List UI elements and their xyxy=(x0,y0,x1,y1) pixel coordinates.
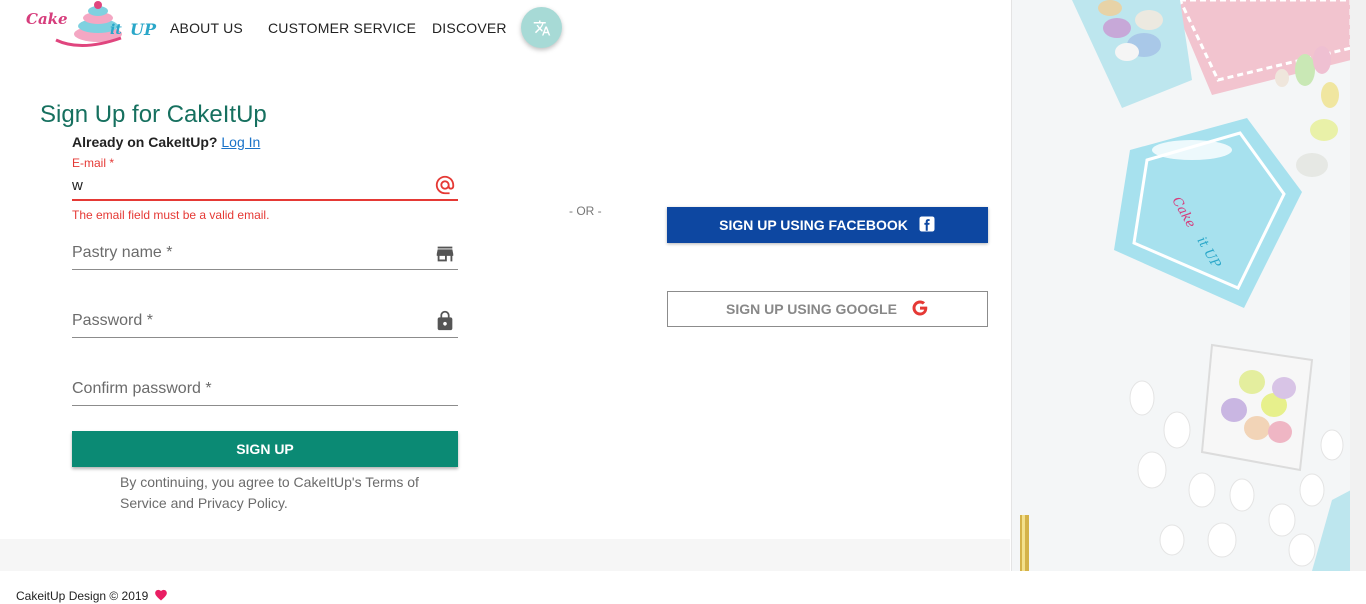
logo-word-cake: Cake xyxy=(26,10,68,28)
facebook-signup-button[interactable]: SIGN UP USING FACEBOOK xyxy=(667,207,988,243)
page-title: Sign Up for CakeItUp xyxy=(40,101,267,128)
terms-text: By continuing, you agree to CakeItUp's T… xyxy=(120,474,419,511)
footer-band xyxy=(0,539,1010,571)
login-link[interactable]: Log In xyxy=(221,134,260,150)
already-member-label: Already on CakeItUp? xyxy=(72,134,218,150)
nav-customer-service[interactable]: CUSTOMER SERVICE xyxy=(268,20,416,36)
confirm-password-field[interactable]: Confirm password * xyxy=(72,376,458,408)
email-label: E-mail * xyxy=(72,156,115,170)
at-sign-icon xyxy=(434,174,456,201)
password-input[interactable]: Password * xyxy=(72,312,153,330)
nav-about-us[interactable]: ABOUT US xyxy=(170,20,243,36)
facebook-signup-label: SIGN UP USING FACEBOOK xyxy=(719,217,908,233)
translate-button[interactable] xyxy=(521,7,562,48)
decorative-photo: Cake it UP xyxy=(1011,0,1351,571)
email-error-message: The email field must be a valid email. xyxy=(72,208,270,222)
already-member-text: Already on CakeItUp? Log In xyxy=(72,134,260,150)
logo[interactable]: Cake it UP xyxy=(26,0,156,52)
candy-boxes-illustration: Cake it UP xyxy=(1012,0,1351,571)
pastry-name-field[interactable]: Pastry name * xyxy=(72,240,458,272)
heart-icon xyxy=(154,588,168,604)
google-signup-button[interactable]: SIGN UP USING GOOGLE xyxy=(667,291,988,327)
logo-word-up: UP xyxy=(130,20,156,39)
email-underline xyxy=(72,199,458,201)
facebook-icon xyxy=(918,215,936,236)
translate-icon xyxy=(533,20,550,35)
store-icon xyxy=(434,243,456,270)
page-scrollbar[interactable] xyxy=(1350,0,1366,571)
sign-up-button[interactable]: SIGN UP xyxy=(72,431,458,467)
email-input[interactable]: w xyxy=(72,177,83,194)
password-underline xyxy=(72,337,458,338)
or-divider: - OR - xyxy=(569,204,602,218)
email-field[interactable]: E-mail * w The email field must be a val… xyxy=(72,156,458,226)
pastry-name-underline xyxy=(72,269,458,270)
nav-discover[interactable]: DISCOVER xyxy=(432,20,507,36)
confirm-password-input[interactable]: Confirm password * xyxy=(72,380,212,398)
lock-icon xyxy=(434,309,456,338)
footer: CakeitUp Design © 2019 xyxy=(16,588,168,604)
google-icon xyxy=(911,299,929,320)
google-signup-label: SIGN UP USING GOOGLE xyxy=(726,301,897,317)
password-field[interactable]: Password * xyxy=(72,308,458,340)
logo-word-it: it xyxy=(110,22,122,38)
confirm-password-underline xyxy=(72,405,458,406)
pastry-name-input[interactable]: Pastry name * xyxy=(72,244,172,262)
